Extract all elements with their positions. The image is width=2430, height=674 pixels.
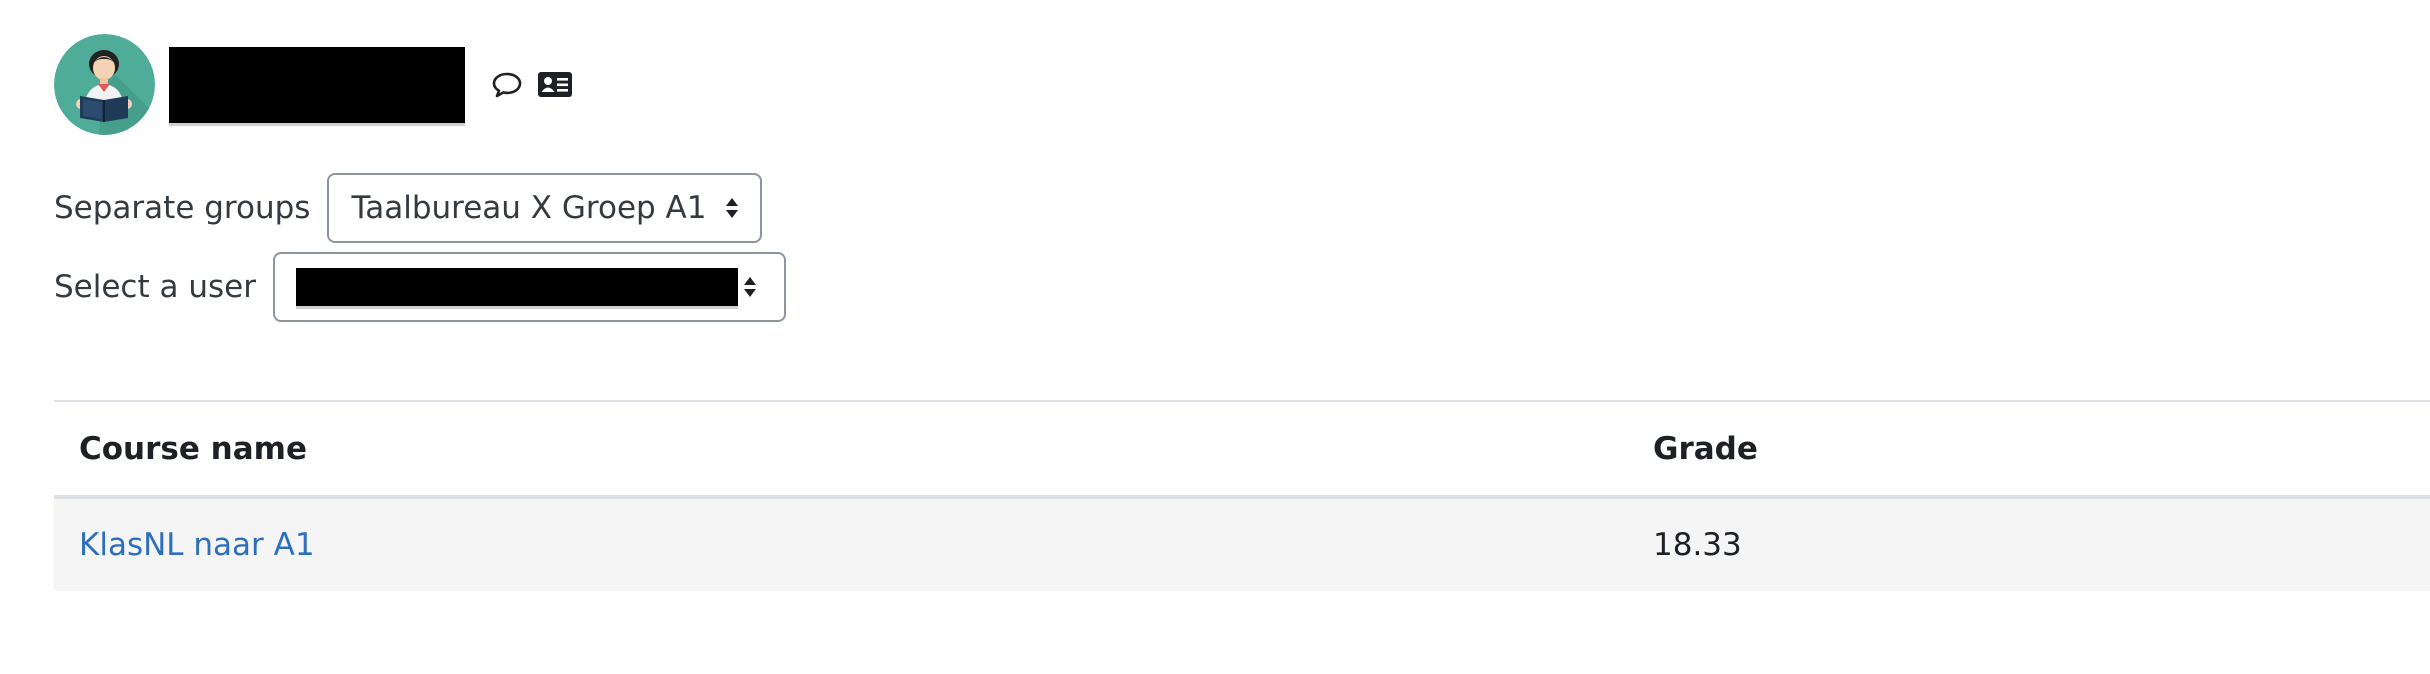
address-card-icon xyxy=(538,71,572,97)
course-link[interactable]: KlasNL naar A1 xyxy=(79,527,315,563)
course-name-cell: KlasNL naar A1 xyxy=(54,497,1628,591)
profile-card-button[interactable] xyxy=(537,70,573,100)
group-filter-row: Separate groups Taalbureau X Groep A1 xyxy=(54,173,763,243)
table-row: KlasNL naar A1 18.33 xyxy=(54,497,2430,591)
user-select-value-redacted xyxy=(295,268,738,306)
grade-cell: 18.33 xyxy=(1653,527,1742,563)
speech-bubble-icon xyxy=(492,72,522,97)
user-select-label: Select a user xyxy=(54,269,256,305)
column-header-course-name: Course name xyxy=(79,430,307,467)
message-button[interactable] xyxy=(491,71,523,99)
page: Separate groups Taalbureau X Groep A1 Se… xyxy=(0,0,2430,674)
user-select[interactable] xyxy=(272,252,786,322)
select-arrows-icon xyxy=(742,275,758,299)
user-fullname-redacted xyxy=(169,46,465,123)
select-arrows-icon xyxy=(724,196,740,220)
group-select[interactable]: Taalbureau X Groep A1 xyxy=(327,173,763,243)
course-grades-table: Course name Grade KlasNL naar A1 18.33 xyxy=(54,400,2430,591)
user-header xyxy=(54,34,573,135)
reading-student-avatar-icon xyxy=(54,34,155,135)
groups-label: Separate groups xyxy=(54,190,311,226)
table-header-row: Course name Grade xyxy=(54,401,2430,497)
user-filter-row: Select a user xyxy=(54,252,786,322)
group-select-value: Taalbureau X Groep A1 xyxy=(351,190,707,226)
column-header-grade: Grade xyxy=(1653,430,1758,467)
avatar[interactable] xyxy=(54,34,155,135)
